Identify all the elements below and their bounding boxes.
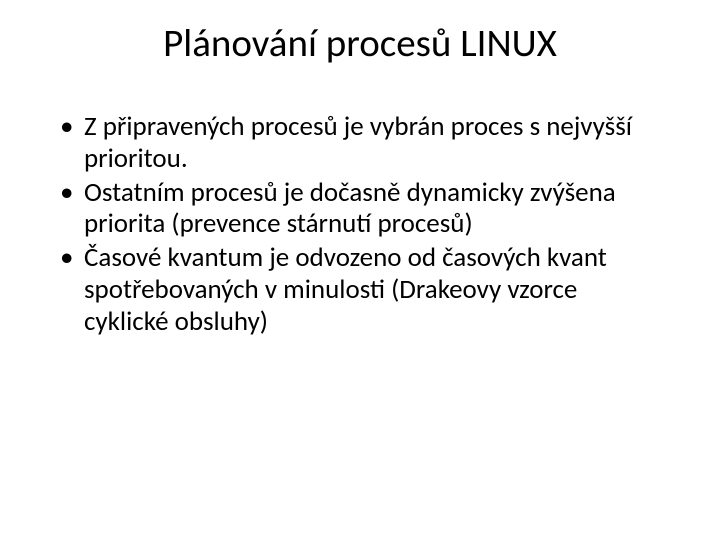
slide-title: Plánování procesů LINUX [50, 22, 670, 67]
list-item: Z připravených procesů je vybrán proces … [58, 111, 662, 175]
list-item: Časové kvantum je odvozeno od časových k… [58, 242, 662, 338]
bullet-list: Z připravených procesů je vybrán proces … [50, 111, 670, 338]
list-item: Ostatním procesů je dočasně dynamicky zv… [58, 177, 662, 241]
slide: Plánování procesů LINUX Z připravených p… [0, 0, 720, 540]
